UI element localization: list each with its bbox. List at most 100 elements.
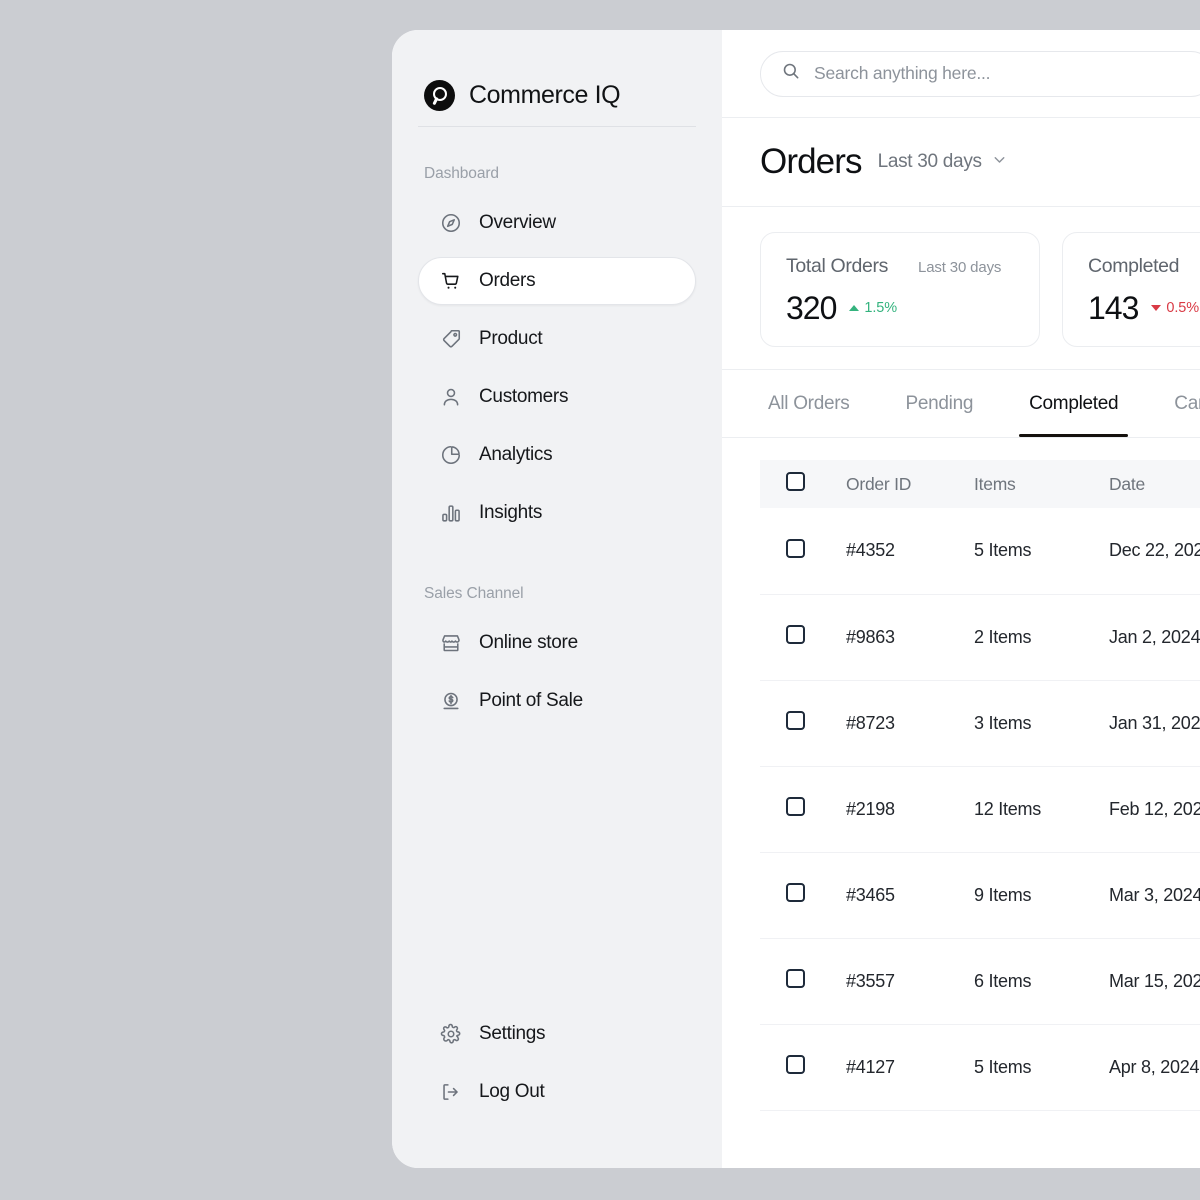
stat-card-body: 320 1.5%	[786, 292, 1014, 324]
tag-icon	[439, 327, 463, 351]
sidebar-item-overview[interactable]: Overview	[418, 199, 696, 247]
orders-table-body: #4352 5 Items Dec 22, 2023 #9863 2 Items…	[760, 508, 1200, 1110]
brand: Commerce IQ	[418, 30, 696, 126]
table-row[interactable]: #4352 5 Items Dec 22, 2023	[760, 508, 1200, 594]
coin-dollar-icon	[439, 689, 463, 713]
row-checkbox[interactable]	[786, 1055, 805, 1074]
cell-date: Jan 31, 2024	[1109, 712, 1200, 733]
stat-value: 143	[1088, 290, 1139, 326]
orders-table-container: Order ID Items Date #4352 5 Items Dec 22…	[722, 438, 1200, 1168]
row-select-cell	[760, 766, 846, 852]
cell-items: 5 Items	[974, 540, 1032, 561]
column-header-date[interactable]: Date	[1109, 460, 1200, 508]
cart-icon	[439, 269, 463, 293]
sidebar-item-customers[interactable]: Customers	[418, 373, 696, 421]
row-checkbox[interactable]	[786, 538, 805, 558]
sidebar-item-label: Orders	[479, 270, 536, 291]
cell-date: Jan 2, 2024	[1109, 626, 1200, 647]
top-bar: Search anything here...	[722, 30, 1200, 118]
sidebar-item-label: Online store	[479, 632, 578, 653]
stat-value: 320	[786, 290, 837, 326]
column-header-order-id[interactable]: Order ID	[846, 460, 974, 508]
stat-subtitle: Last 30 days	[918, 259, 1002, 276]
stat-delta-value: 1.5%	[864, 300, 898, 316]
cell-date: Apr 8, 2024	[1109, 1056, 1200, 1077]
page-title: Orders	[760, 142, 862, 181]
order-status-tabs: All Orders Pending Completed Cancelled	[722, 370, 1200, 438]
stat-card-body: 143 0.5%	[1088, 292, 1200, 324]
tab-cancelled[interactable]: Cancelled	[1146, 370, 1200, 437]
row-checkbox[interactable]	[786, 969, 805, 988]
cell-order-id: #2198	[846, 798, 895, 819]
sidebar-item-label: Overview	[479, 212, 556, 233]
page-header: Orders Last 30 days	[722, 118, 1200, 207]
sidebar-divider	[418, 126, 696, 127]
orders-table-head: Order ID Items Date	[760, 460, 1200, 508]
search-placeholder: Search anything here...	[814, 63, 991, 83]
row-select-cell	[760, 852, 846, 938]
tab-all-orders[interactable]: All Orders	[760, 370, 877, 437]
sidebar-item-online-store[interactable]: Online store	[418, 619, 696, 667]
row-checkbox[interactable]	[786, 883, 805, 902]
stat-delta-value: 0.5%	[1166, 300, 1200, 316]
row-select-cell	[760, 938, 846, 1024]
table-row[interactable]: #3465 9 Items Mar 3, 2024	[760, 852, 1200, 938]
sidebar-item-log-out[interactable]: Log Out	[418, 1068, 696, 1116]
cell-items: 9 Items	[974, 884, 1032, 905]
bar-chart-icon	[439, 501, 463, 525]
sidebar-item-label: Customers	[479, 386, 569, 407]
cell-order-id: #3465	[846, 884, 895, 905]
stat-card-header: Completed	[1088, 255, 1200, 278]
sidebar-item-settings[interactable]: Settings	[418, 1010, 696, 1058]
stat-delta-up: 1.5%	[849, 300, 897, 316]
cell-items: 12 Items	[974, 798, 1042, 819]
cell-items: 6 Items	[974, 970, 1032, 991]
sidebar-item-analytics[interactable]: Analytics	[418, 431, 696, 479]
sidebar-item-insights[interactable]: Insights	[418, 489, 696, 537]
commerce-iq-logo-icon	[424, 79, 455, 111]
stat-card-header: Total Orders Last 30 days	[786, 255, 1014, 278]
cell-items: 5 Items	[974, 1056, 1032, 1077]
tab-pending[interactable]: Pending	[877, 370, 1001, 437]
select-all-checkbox[interactable]	[786, 472, 805, 491]
tab-completed[interactable]: Completed	[1001, 370, 1146, 437]
table-row[interactable]: #8723 3 Items Jan 31, 2024	[760, 680, 1200, 766]
app-window: Commerce IQ Dashboard Overview Orders Pr…	[392, 30, 1200, 1168]
cell-order-id: #3557	[846, 970, 895, 991]
date-range-dropdown[interactable]: Last 30 days	[878, 151, 1008, 173]
sidebar-item-orders[interactable]: Orders	[418, 257, 696, 305]
row-select-cell	[760, 594, 846, 680]
sidebar-item-point-of-sale[interactable]: Point of Sale	[418, 677, 696, 725]
table-row[interactable]: #3557 6 Items Mar 15, 2024	[760, 938, 1200, 1024]
row-checkbox[interactable]	[786, 797, 805, 816]
sidebar-item-label: Product	[479, 328, 543, 349]
table-row[interactable]: #4127 5 Items Apr 8, 2024	[760, 1024, 1200, 1110]
chevron-down-icon	[991, 151, 1008, 173]
table-header-row: Order ID Items Date	[760, 460, 1200, 508]
cell-date: Dec 22, 2023	[1109, 540, 1200, 561]
stat-card-total-orders: Total Orders Last 30 days 320 1.5%	[760, 232, 1040, 347]
sidebar-item-label: Settings	[479, 1023, 546, 1044]
sidebar-item-label: Log Out	[479, 1081, 545, 1102]
sidebar-item-label: Analytics	[479, 444, 553, 465]
cell-order-id: #4127	[846, 1056, 895, 1077]
row-checkbox[interactable]	[786, 625, 805, 644]
stat-label: Completed	[1088, 255, 1180, 277]
search-input[interactable]: Search anything here...	[760, 50, 1200, 97]
cell-items: 3 Items	[974, 712, 1032, 733]
select-all-header	[760, 460, 846, 508]
stat-delta-down: 0.5%	[1151, 300, 1199, 316]
pie-chart-icon	[439, 443, 463, 467]
brand-name: Commerce IQ	[469, 80, 621, 109]
gear-icon	[439, 1022, 463, 1046]
sidebar-item-product[interactable]: Product	[418, 315, 696, 363]
nav-section-label-sales-channel: Sales Channel	[424, 585, 524, 602]
table-row[interactable]: #9863 2 Items Jan 2, 2024	[760, 594, 1200, 680]
row-select-cell	[760, 680, 846, 766]
cell-date: Mar 3, 2024	[1109, 884, 1200, 905]
nav-section-label-dashboard: Dashboard	[424, 165, 499, 182]
row-checkbox[interactable]	[786, 711, 805, 730]
cell-date: Feb 12, 2024	[1109, 798, 1200, 819]
table-row[interactable]: #2198 12 Items Feb 12, 2024	[760, 766, 1200, 852]
column-header-items[interactable]: Items	[974, 460, 1109, 508]
